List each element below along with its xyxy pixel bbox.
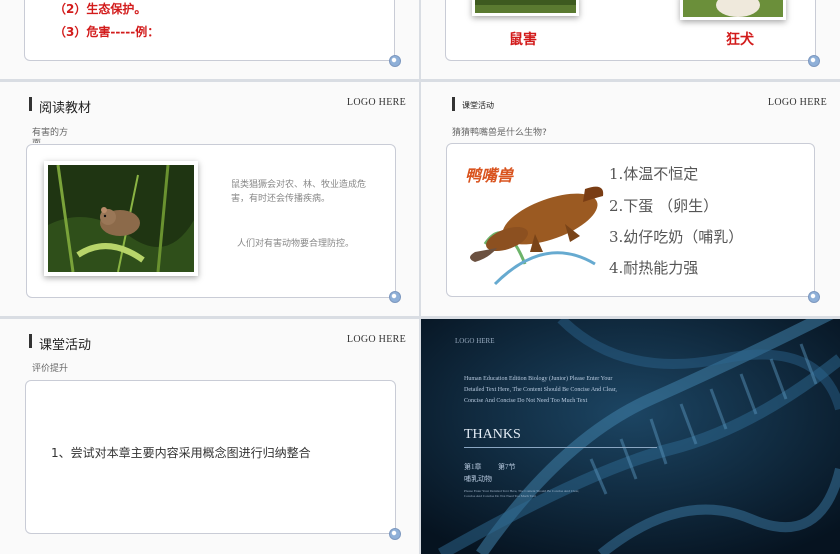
corner-orb-icon [389,291,401,303]
divider [464,447,657,448]
caption-dog: 狂犬 [726,32,754,48]
body-text: 鼠类猖獗会对农、林、牧业造成危害，有时还会传播疾病。 [231,180,367,204]
corner-orb-icon [389,55,401,67]
fact-item: 2.下蛋 （卵生） [609,197,719,215]
slide-4[interactable]: 课堂活动 LOGO HERE 猜猜鸭嘴兽是什么生物? 鸭嘴兽 1.体温不恒定 2… [421,82,840,316]
dog-photo [680,0,786,20]
slide-title: 课堂活动 [452,97,494,111]
chapter-text: 第1章 [464,463,482,471]
slide-title: 课堂活动 [28,334,91,353]
intro-text: Concise And Concise Do Not Need Too Much… [464,398,588,404]
body-text: 1、尝试对本章主要内容采用概念图进行归纳整合 [51,446,311,460]
fact-item: 3.幼仔吃奶（哺乳） [609,228,744,246]
subtitle-cont: 面 [32,136,41,143]
body-text: 人们对有害动物要合理防控。 [237,239,355,249]
rat-photo [472,0,579,16]
logo-text: LOGO HERE [455,337,495,345]
corner-orb-icon [808,291,820,303]
small-text: Please Enter Your Detailed Text Here, Th… [464,489,580,493]
intro-text: Detailed Text Here, The Content Should B… [464,387,617,393]
intro-text: Human Education Edition Biology (Junior)… [464,376,613,382]
slide-1[interactable]: （2）生态保护。 （3）危害-----例： [0,0,419,79]
corner-orb-icon [389,528,401,540]
small-text: Concise And Concise Do Not Need Too Much… [464,494,536,498]
question: 猜猜鸭嘴兽是什么生物? [452,128,547,138]
slide-5[interactable]: 课堂活动 LOGO HERE 评价提升 1、尝试对本章主要内容采用概念图进行归纳… [0,319,419,554]
rat-photo [44,161,198,276]
slide-2[interactable]: 鼠害 狂犬 [421,0,840,79]
caption-rat: 鼠害 [509,32,537,48]
logo-text: LOGO HERE [346,97,406,108]
text-line: （3）危害-----例： [54,25,160,39]
logo-text: LOGO HERE [346,334,406,345]
platypus-illustration [470,186,604,286]
fact-item: 1.体温不恒定 [609,165,699,183]
logo-text: LOGO HERE [767,97,827,108]
text-line: （2）生态保护。 [54,2,147,16]
corner-orb-icon [808,55,820,67]
thanks-heading: THANKS [464,427,521,442]
section-text: 第7节 [498,463,516,471]
slide-3[interactable]: 阅读教材 LOGO HERE 有害的方 面 鼠类猖獗会对农、林、牧业造成危害，有… [0,82,419,316]
fact-item: 4.耐热能力强 [609,259,699,277]
slide-6[interactable]: LOGO HERE Human Education Edition Biolog… [421,319,840,554]
topic-text: 哺乳动物 [464,475,492,483]
slide-title: 阅读教材 [28,97,91,116]
subtitle: 评价提升 [32,364,69,374]
